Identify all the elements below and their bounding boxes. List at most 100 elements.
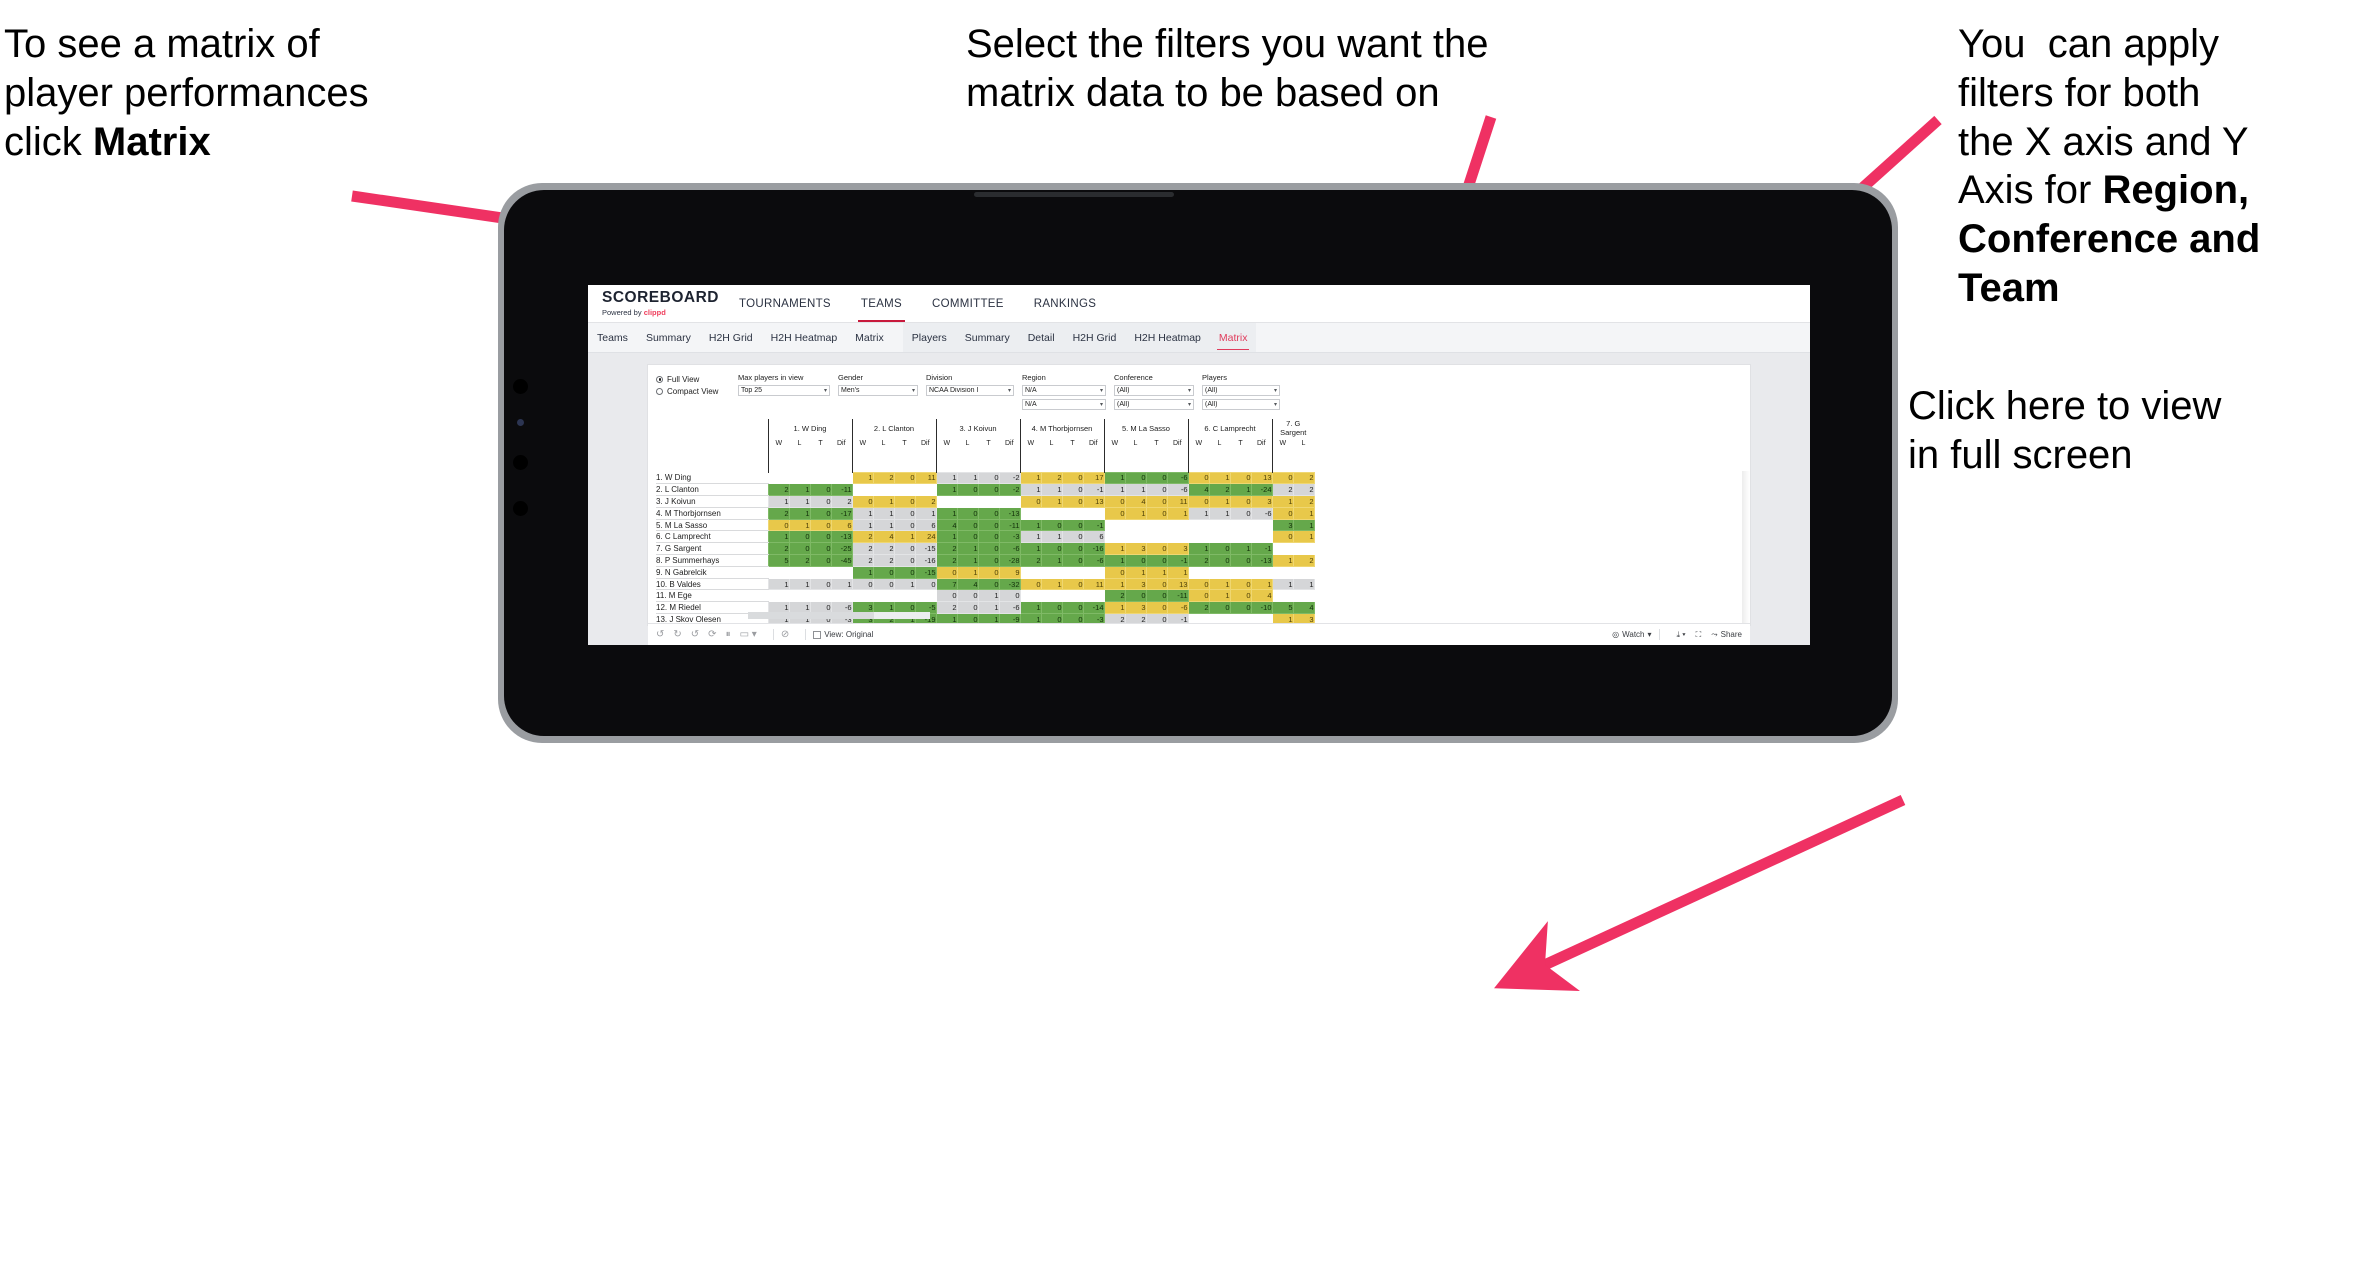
matrix-cell[interactable]	[1103, 518, 1126, 532]
matrix-cell[interactable]: 2	[1019, 554, 1042, 567]
matrix-cell[interactable]: 0	[1061, 518, 1084, 532]
matrix-cell[interactable]: 1	[977, 589, 1000, 603]
matrix-cell[interactable]	[956, 495, 979, 508]
matrix-cell[interactable]: 1	[1292, 506, 1315, 520]
matrix-cell[interactable]	[788, 565, 811, 579]
matrix-cell[interactable]: 1	[788, 483, 811, 497]
matrix-cell[interactable]: 4	[1124, 495, 1147, 508]
matrix-cell[interactable]: 1	[851, 565, 874, 579]
filter-conference-select-y[interactable]: (All) ▾	[1114, 399, 1194, 410]
matrix-cell[interactable]: 0	[788, 542, 811, 556]
matrix-cell[interactable]: 1	[1208, 471, 1231, 485]
matrix-cell[interactable]: 3	[1250, 495, 1273, 508]
matrix-cell[interactable]	[1292, 542, 1315, 556]
matrix-cell[interactable]: 2	[830, 495, 853, 508]
matrix-cell[interactable]: 0	[956, 518, 979, 532]
matrix-cell[interactable]: 0	[998, 589, 1021, 603]
subnav-teams-summary[interactable]: Summary	[637, 323, 700, 352]
matrix-cell[interactable]: 1	[1019, 518, 1042, 532]
matrix-cell[interactable]: 0	[956, 506, 979, 520]
matrix-cell[interactable]: 1	[1040, 554, 1063, 567]
matrix-cell[interactable]: 1	[1166, 565, 1189, 579]
matrix-cell[interactable]	[1292, 565, 1315, 579]
filter-players-select-y[interactable]: (All) ▾	[1202, 399, 1280, 410]
matrix-cell[interactable]: 4	[872, 530, 895, 544]
matrix-cell[interactable]: 2	[851, 554, 874, 567]
matrix-cell[interactable]: 0	[1019, 577, 1042, 591]
matrix-cell[interactable]: 0	[893, 506, 916, 520]
matrix-cell[interactable]	[788, 471, 811, 485]
matrix-cell[interactable]: 0	[1061, 483, 1084, 497]
matrix-cell[interactable]: -3	[998, 530, 1021, 544]
matrix-cell[interactable]: -2	[998, 471, 1021, 485]
matrix-cell[interactable]: 0	[977, 554, 1000, 567]
matrix-cell[interactable]: 0	[1145, 506, 1168, 520]
matrix-cell[interactable]: 0	[977, 530, 1000, 544]
matrix-cell[interactable]: 2	[935, 542, 958, 556]
matrix-cell[interactable]: 0	[809, 542, 832, 556]
matrix-cell[interactable]: 2	[1292, 554, 1315, 567]
matrix-cell[interactable]: 1	[1103, 554, 1126, 567]
matrix-cell[interactable]: 0	[1019, 495, 1042, 508]
matrix-cell[interactable]	[1040, 565, 1063, 579]
matrix-cell[interactable]: -13	[998, 506, 1021, 520]
matrix-cell[interactable]: 1	[1124, 506, 1147, 520]
matrix-cell[interactable]	[1019, 506, 1042, 520]
matrix-cell[interactable]: 0	[809, 554, 832, 567]
matrix-cell[interactable]	[1229, 565, 1252, 579]
radio-compact-view[interactable]: Compact View	[656, 385, 726, 397]
filter-players-select-x[interactable]: (All) ▾	[1202, 385, 1280, 396]
matrix-cell[interactable]: 5	[767, 554, 790, 567]
matrix-cell[interactable]: 0	[914, 577, 937, 591]
matrix-cell[interactable]	[809, 589, 832, 603]
matrix-cell[interactable]	[1061, 589, 1084, 603]
matrix-cell[interactable]: 0	[1061, 495, 1084, 508]
matrix-cell[interactable]: 1	[767, 495, 790, 508]
matrix-cell[interactable]: 1	[1208, 589, 1231, 603]
radio-full-view-icon[interactable]	[656, 375, 663, 383]
matrix-cell[interactable]: 0	[1271, 471, 1294, 485]
matrix-cell[interactable]: 0	[1103, 565, 1126, 579]
matrix-cell[interactable]: 1	[872, 518, 895, 532]
matrix-cell[interactable]: 1	[1019, 601, 1042, 615]
matrix-cell[interactable]	[1082, 506, 1105, 520]
matrix-cell[interactable]: 1	[788, 518, 811, 532]
matrix-cell[interactable]: -6	[1166, 483, 1189, 497]
matrix-cell[interactable]: 9	[998, 565, 1021, 579]
matrix-cell[interactable]: 0	[893, 542, 916, 556]
matrix-cell[interactable]: 0	[1271, 506, 1294, 520]
matrix-cell[interactable]	[1145, 530, 1168, 544]
matrix-cell[interactable]: 11	[914, 471, 937, 485]
matrix-cell[interactable]: 0	[1061, 542, 1084, 556]
matrix-cell[interactable]: 1	[1124, 483, 1147, 497]
matrix-cell[interactable]: -2	[998, 483, 1021, 497]
matrix-cell[interactable]	[998, 495, 1021, 508]
matrix-cell[interactable]	[1271, 589, 1294, 603]
matrix-cell[interactable]: 0	[1229, 601, 1252, 615]
matrix-cell[interactable]: 4	[1250, 589, 1273, 603]
matrix-cell[interactable]: 0	[1187, 589, 1210, 603]
subnav-teams[interactable]: Teams	[588, 323, 637, 352]
matrix-cell[interactable]: 1	[1271, 495, 1294, 508]
matrix-cell[interactable]: 0	[872, 565, 895, 579]
matrix-cell[interactable]	[1124, 530, 1147, 544]
matrix-cell[interactable]: 0	[1229, 577, 1252, 591]
matrix-cell[interactable]: 2	[872, 471, 895, 485]
matrix-cell[interactable]: 0	[977, 542, 1000, 556]
matrix-cell[interactable]: 0	[977, 506, 1000, 520]
matrix-cell[interactable]: 2	[872, 542, 895, 556]
matrix-cell[interactable]: 1	[830, 577, 853, 591]
matrix-cell[interactable]: 1	[851, 518, 874, 532]
matrix-cell[interactable]: 1	[956, 565, 979, 579]
matrix-cell[interactable]: 1	[788, 506, 811, 520]
matrix-cell[interactable]: 2	[935, 554, 958, 567]
matrix-cell[interactable]: 0	[977, 483, 1000, 497]
matrix-cell[interactable]: 1	[893, 577, 916, 591]
matrix-cell[interactable]: -1	[1082, 518, 1105, 532]
matrix-cell[interactable]: 4	[1187, 483, 1210, 497]
matrix-cell[interactable]: 2	[1271, 483, 1294, 497]
filter-division-select[interactable]: NCAA Division I ▾	[926, 385, 1014, 396]
matrix-cell[interactable]	[1145, 518, 1168, 532]
matrix-cell[interactable]: 7	[935, 577, 958, 591]
matrix-cell[interactable]: 1	[1292, 530, 1315, 544]
